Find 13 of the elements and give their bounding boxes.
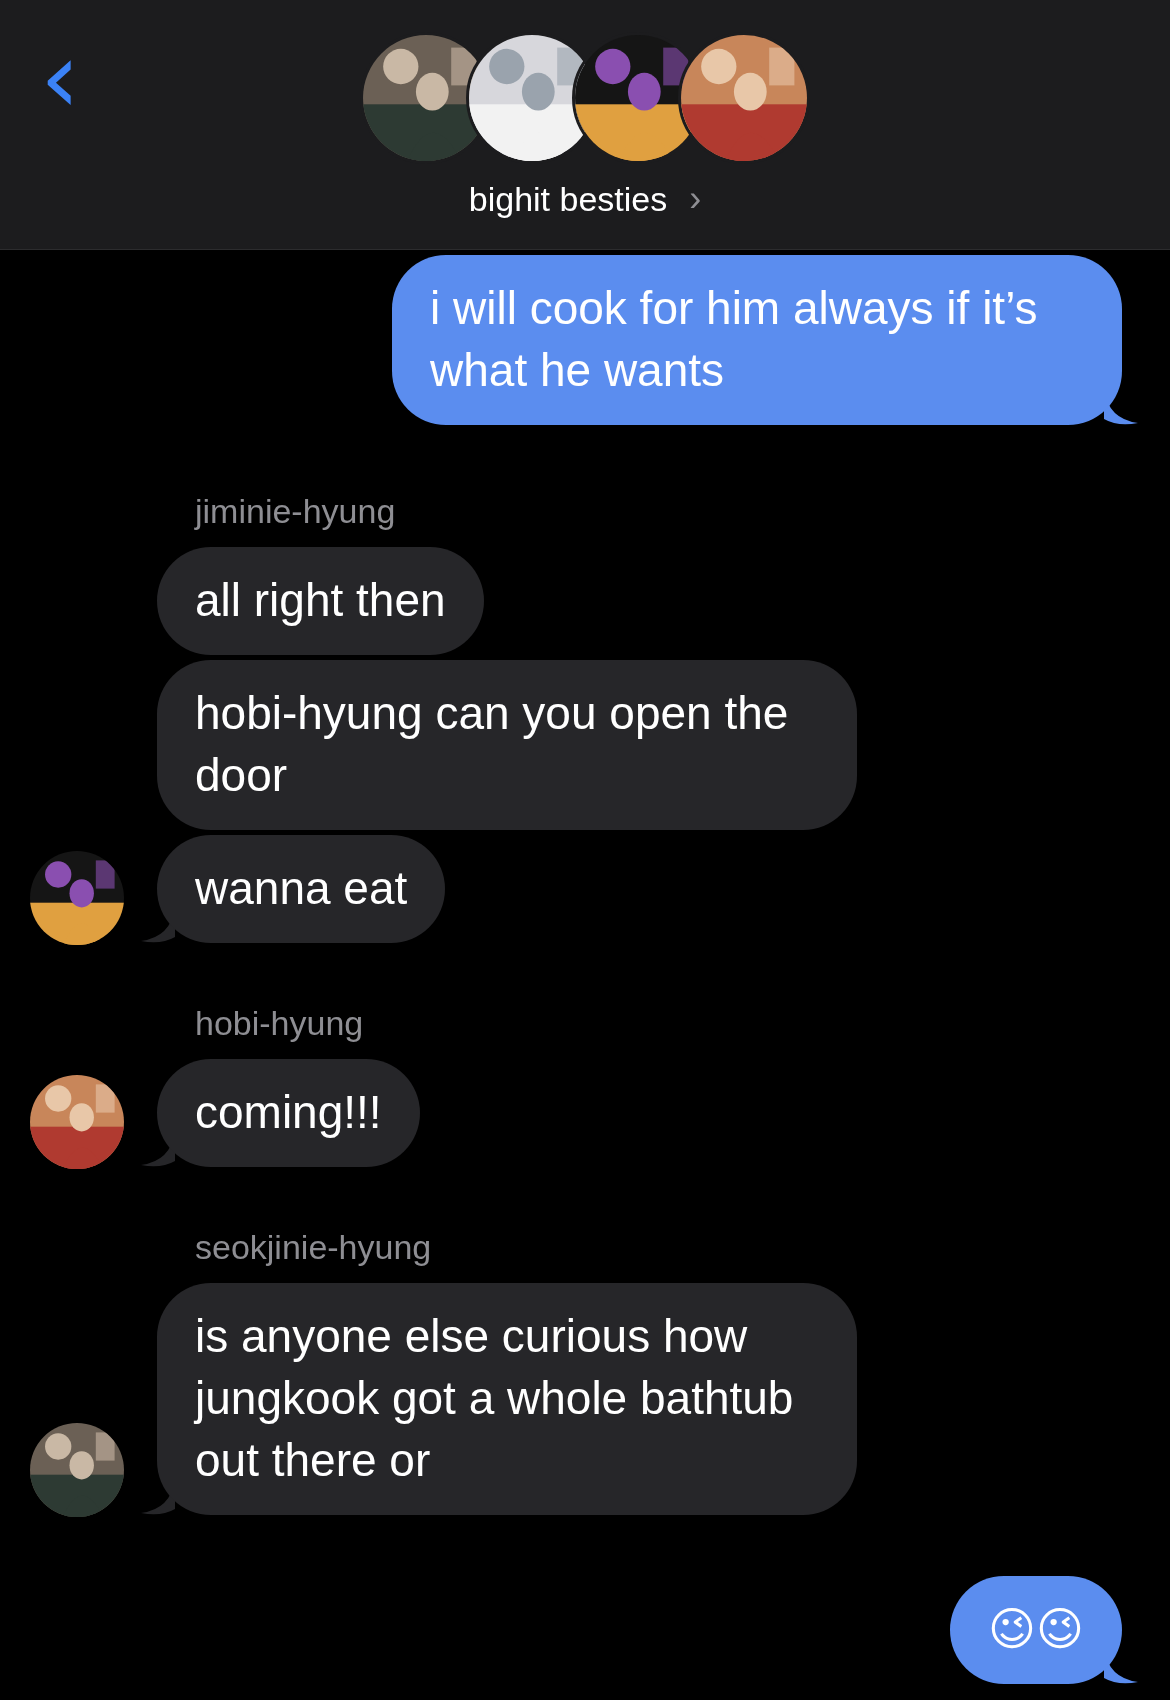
back-button[interactable]: ‹ <box>30 38 90 118</box>
message-bubble: wanna eat <box>157 835 446 943</box>
message-bubble: is anyone else curious how jungkook got a whole bathtub out there or <box>157 1283 857 1515</box>
chevron-icon: › <box>689 178 702 220</box>
message-bubble: i will cook for him always if it’s what he wants <box>392 255 1122 425</box>
sender-name: hobi-hyung <box>195 1004 364 1043</box>
message-bubble: 😉😉 <box>950 1576 1122 1684</box>
message-bubble: hobi-hyung can you open the door <box>157 660 857 830</box>
sender-name: jiminie-hyung <box>195 492 396 531</box>
message-bubble: coming!!! <box>157 1059 420 1167</box>
group-title[interactable]: bighit besties › <box>468 178 702 220</box>
message-bubble: all right then <box>157 547 484 655</box>
sender-name: seokjinie-hyung <box>195 1228 432 1267</box>
